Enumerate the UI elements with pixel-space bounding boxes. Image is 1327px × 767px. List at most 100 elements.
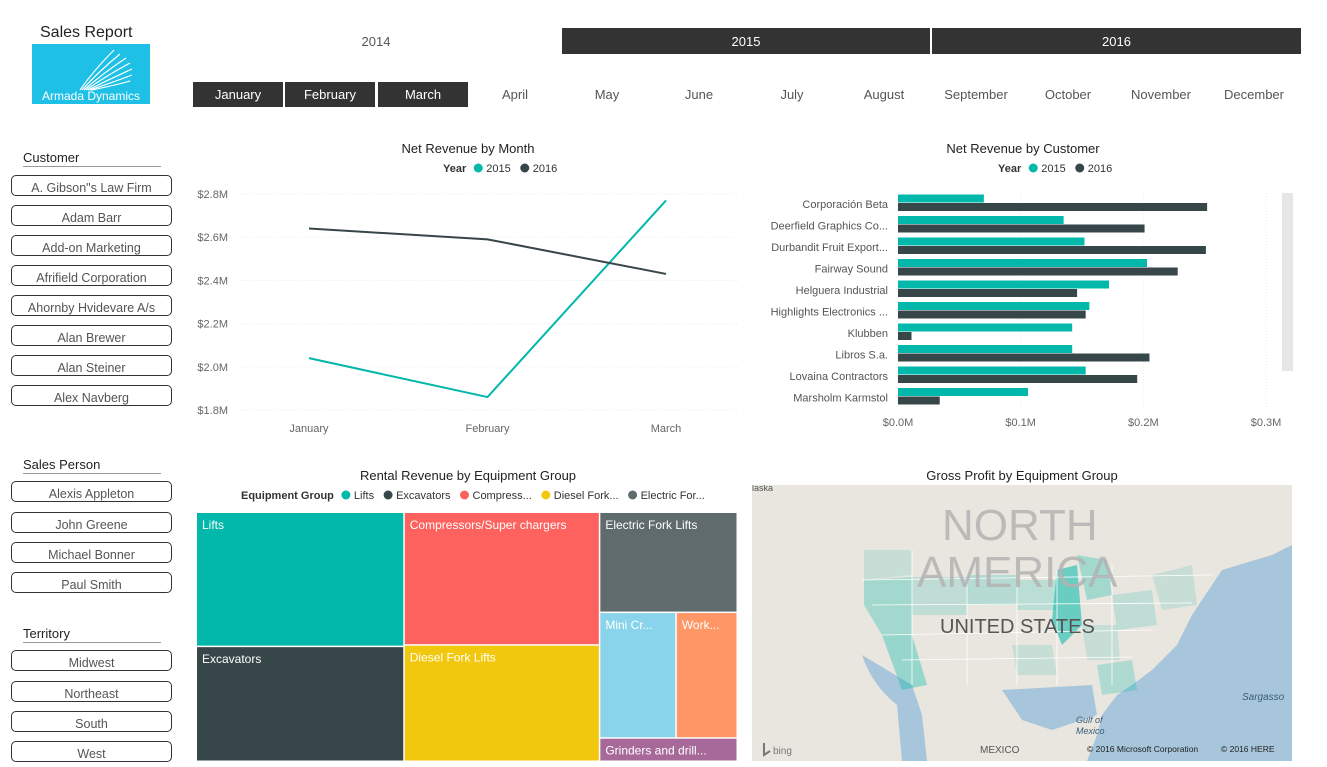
month-february-button[interactable]: February [285, 82, 375, 107]
category-label: Helguera Industrial [796, 285, 888, 297]
y-tick-label: $1.8M [197, 405, 228, 417]
legend-marker [1075, 163, 1085, 173]
page-title: Sales Report [40, 24, 133, 41]
legend-label: Excavators [396, 490, 451, 502]
rental-revenue-treemap[interactable]: Lifts Excavators Compressors/Super charger… [197, 513, 738, 762]
bar-2016 [898, 332, 912, 340]
bar-2016 [898, 203, 1208, 211]
year-2015-button[interactable]: 2015 [562, 28, 930, 54]
bar-2016 [898, 396, 940, 405]
legend-marker [473, 163, 483, 173]
logo-text: Armada Dynamics [41, 89, 141, 103]
bar-2016 [898, 375, 1138, 383]
bar-2015 [898, 280, 1109, 289]
month-june-button[interactable]: June [654, 82, 744, 107]
company-logo: Armada Dynamics [32, 44, 150, 104]
y-tick-label: $2.6M [197, 232, 228, 244]
x-tick-label: February [465, 423, 510, 435]
customer-item[interactable]: A. Gibson"s Law Firm [11, 175, 172, 196]
map-label-top-clip: laska [752, 485, 773, 493]
legend-title: Year [443, 163, 467, 175]
month-january-button[interactable]: January [193, 82, 283, 107]
category-label: Durbandit Fruit Export... [771, 242, 888, 254]
treemap-tile [404, 513, 599, 645]
territory-item[interactable]: South [11, 711, 172, 732]
category-label: Libros S.a. [835, 349, 888, 361]
month-august-button[interactable]: August [839, 82, 929, 107]
bar-2015 [898, 237, 1085, 246]
map-label-sargasso: Sargasso [1242, 692, 1285, 703]
bing-label: bing [773, 746, 792, 757]
sales-person-item[interactable]: Alexis Appleton [11, 481, 172, 502]
x-tick-label: $0.0M [883, 417, 914, 429]
year-2014-button[interactable]: 2014 [193, 28, 559, 54]
territory-item[interactable]: Midwest [11, 650, 172, 671]
customer-item[interactable]: Alan Brewer [11, 325, 172, 346]
bar-2015 [898, 388, 1029, 396]
y-tick-label: $2.8M [197, 189, 228, 201]
sales-person-slicer-title: Sales Person [23, 457, 161, 474]
legend-label: Electric For... [641, 490, 705, 502]
territory-item[interactable]: West [11, 741, 172, 762]
customer-item[interactable]: Alex Navberg [11, 385, 172, 406]
sales-person-item[interactable]: Michael Bonner [11, 542, 172, 563]
customer-item[interactable]: Alan Steiner [11, 355, 172, 376]
atlantic-water [1172, 635, 1232, 700]
bar-2015 [898, 345, 1073, 353]
category-label: Fairway Sound [815, 263, 888, 275]
customer-item[interactable]: Afrifield Corporation [11, 265, 172, 286]
x-tick-label: March [651, 423, 682, 435]
customer-item[interactable]: Ahornby Hvidevare A/s [11, 295, 172, 316]
scrollbar-thumb [1282, 193, 1293, 371]
legend-marker [341, 490, 351, 500]
bar-2015 [898, 366, 1086, 375]
treemap-tile-label: Excavators [202, 652, 261, 666]
legend-title: Year [998, 163, 1022, 175]
month-april-button[interactable]: April [470, 82, 560, 107]
year-2016-button[interactable]: 2016 [932, 28, 1301, 54]
gross-profit-map[interactable]: NORTH AMERICA UNITED STATES MEXICO Gulf … [752, 485, 1292, 761]
treemap-tile [197, 513, 404, 646]
sales-person-item[interactable]: Paul Smith [11, 572, 172, 593]
month-march-button[interactable]: March [378, 82, 468, 107]
customer-slicer-title: Customer [23, 150, 161, 167]
treemap-legend: Equipment Group Lifts Excavators Compress..… [241, 490, 705, 502]
month-may-button[interactable]: May [562, 82, 652, 107]
legend-label: Diesel Fork... [554, 490, 619, 502]
bar-2015 [898, 194, 984, 203]
bar-2016 [898, 267, 1178, 276]
legend-marker [628, 490, 638, 500]
legend-label: Compress... [473, 490, 532, 502]
net-revenue-by-customer-chart[interactable]: Year 2015 2016 $0.0M $0.1M $0.2M $0.3M Corporac… [748, 158, 1298, 438]
category-label: Corporación Beta [802, 199, 888, 211]
map-label-united-states: UNITED STATES [940, 616, 1095, 638]
sales-person-item[interactable]: John Greene [11, 512, 172, 533]
map-label-gulf-2: Mexico [1076, 726, 1105, 736]
month-october-button[interactable]: October [1023, 82, 1113, 107]
bar-2016 [898, 246, 1206, 254]
month-july-button[interactable]: July [747, 82, 837, 107]
treemap-tile-label: Grinders and drill... [605, 744, 706, 758]
territory-item[interactable]: Northeast [11, 681, 172, 702]
x-tick-label: $0.2M [1128, 417, 1159, 429]
month-december-button[interactable]: December [1209, 82, 1299, 107]
month-september-button[interactable]: September [931, 82, 1021, 107]
map-label-gulf-1: Gulf of [1076, 715, 1104, 725]
y-tick-label: $2.2M [197, 319, 228, 331]
bar-2015 [898, 259, 1148, 267]
legend-marker [1028, 163, 1038, 173]
net-revenue-by-month-chart[interactable]: Year 2015 2016 $1.8M $2.0M $2.2M $2.4M $2.6M $2.… [193, 158, 743, 440]
bar-2016 [898, 310, 1086, 319]
bar-2015 [898, 216, 1064, 224]
x-tick-label: $0.3M [1251, 417, 1282, 429]
treemap-tile-label: Mini Cr... [605, 618, 652, 632]
bar-chart-title: Net Revenue by Customer [946, 141, 1100, 156]
customer-item[interactable]: Adam Barr [11, 205, 172, 226]
month-november-button[interactable]: November [1116, 82, 1206, 107]
bar-2016 [898, 289, 1078, 297]
customer-item[interactable]: Add-on Marketing [11, 235, 172, 256]
bar-2015 [898, 302, 1090, 310]
treemap-tile-label: Electric Fork Lifts [605, 518, 697, 532]
legend-marker [520, 163, 530, 173]
map-graphic: NORTH AMERICA UNITED STATES MEXICO Gulf … [752, 485, 1292, 761]
